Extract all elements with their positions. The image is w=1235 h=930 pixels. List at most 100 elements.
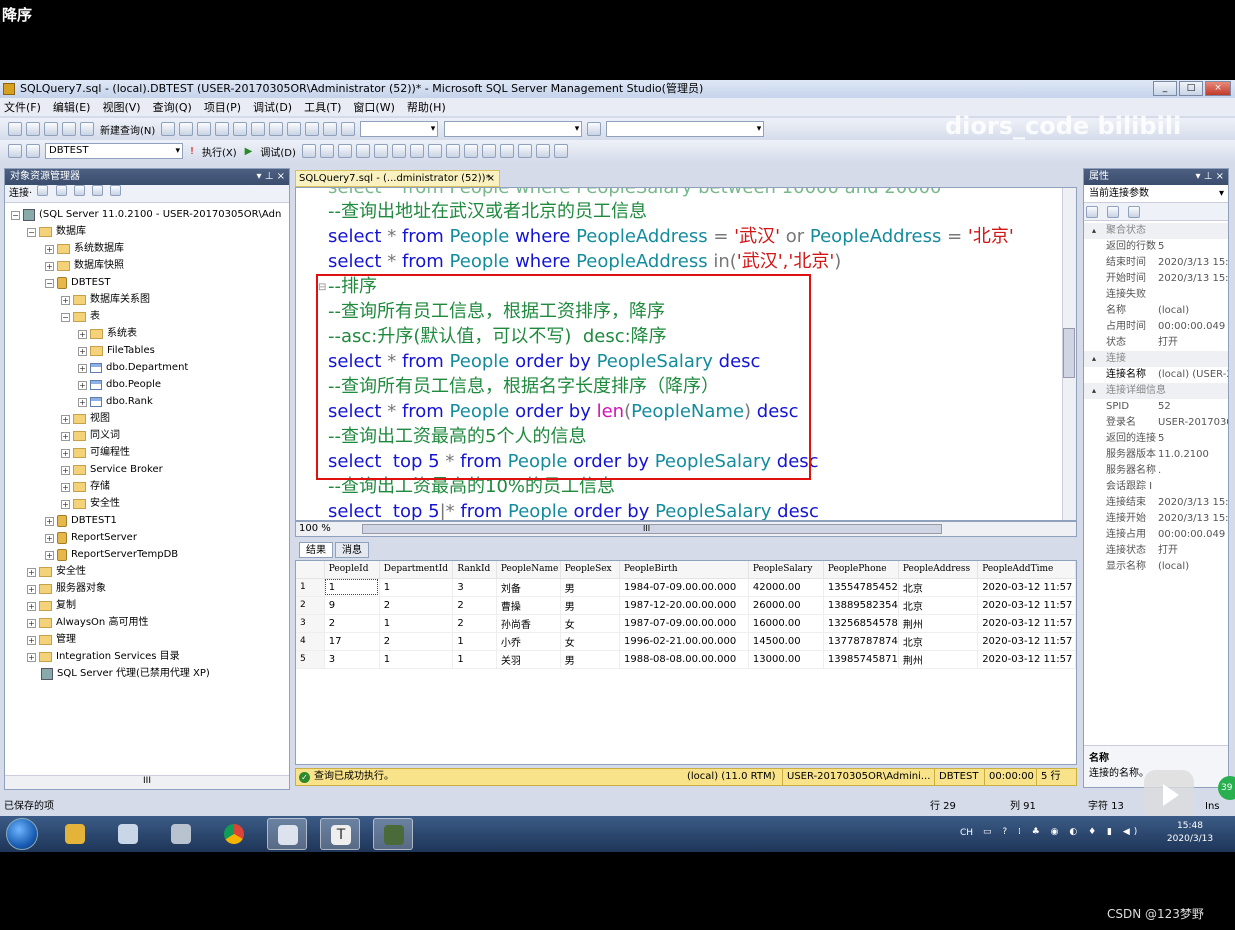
column-header[interactable]: PeopleId xyxy=(324,561,380,579)
tree-node-security[interactable]: + 安全性 xyxy=(27,564,86,580)
cell[interactable]: 刘备 xyxy=(496,578,561,597)
tree-node-system-dbs[interactable]: + 系统数据库 xyxy=(45,241,124,257)
menu-edit[interactable]: 编辑(E) xyxy=(53,99,91,115)
property-category[interactable]: ▴ 连接 xyxy=(1084,351,1228,367)
cell[interactable]: 2020-03-12 11:57 xyxy=(977,614,1076,633)
tree-node-alwayson[interactable]: + AlwaysOn 高可用性 xyxy=(27,615,148,631)
decrease-indent-icon[interactable] xyxy=(517,144,532,158)
property-row[interactable]: 登录名 USER-2017030 xyxy=(1084,415,1228,431)
include-plan-icon[interactable] xyxy=(391,144,406,158)
cell[interactable]: 13985745871 xyxy=(823,650,899,669)
property-row[interactable]: 开始时间 2020/3/13 15:4 xyxy=(1084,271,1228,287)
menu-query[interactable]: 查询(Q) xyxy=(153,99,192,115)
cell[interactable]: 1 xyxy=(324,578,380,597)
cell[interactable]: 13778787874 xyxy=(823,632,899,651)
copy-icon[interactable] xyxy=(251,122,266,136)
property-pages-icon[interactable] xyxy=(1128,206,1141,218)
cell[interactable]: 荆州 xyxy=(898,614,979,633)
menu-project[interactable]: 项目(P) xyxy=(204,99,241,115)
start-button[interactable] xyxy=(6,818,38,850)
execute-icon[interactable]: ! xyxy=(190,146,194,157)
tree-node-programmability[interactable]: + 可编程性 xyxy=(61,445,130,461)
parse-icon[interactable] xyxy=(319,144,334,158)
cell[interactable]: 关羽 xyxy=(496,650,561,669)
tree-node-reportserver[interactable]: + ReportServer xyxy=(45,530,137,546)
tree-node-sql-agent[interactable]: SQL Server 代理(已禁用代理 XP) xyxy=(41,666,210,682)
tray-icons[interactable]: ▭ ? ⁞ ♣ ◉ ◐ ♦ ▮ ◀) xyxy=(983,827,1141,837)
redo-icon[interactable] xyxy=(305,122,320,136)
maximize-button[interactable]: □ xyxy=(1179,81,1203,96)
column-header[interactable]: PeopleAddTime xyxy=(977,561,1076,579)
property-row[interactable]: 显示名称 (local) xyxy=(1084,559,1228,575)
panel-pin-icon[interactable]: ▾ ⊥ × xyxy=(1196,169,1224,185)
tree-node-system-tables[interactable]: + 系统表 xyxy=(78,326,137,342)
comment-icon[interactable] xyxy=(481,144,496,158)
navigate-icon[interactable] xyxy=(323,122,338,136)
column-header[interactable]: PeoplePhone xyxy=(823,561,899,579)
debug-icon[interactable]: ▶ xyxy=(245,146,253,157)
disconnect-icon[interactable] xyxy=(55,185,67,196)
alphabetical-icon[interactable] xyxy=(1107,206,1120,218)
cell[interactable]: 2 xyxy=(379,596,454,615)
property-row[interactable]: 连接开始 2020/3/13 15:4 xyxy=(1084,511,1228,527)
analysis-query-icon[interactable] xyxy=(179,122,194,136)
paste-icon[interactable] xyxy=(269,122,284,136)
results-text-icon[interactable] xyxy=(427,144,442,158)
taskbar-app-chrome[interactable] xyxy=(214,818,254,850)
connect-icon[interactable] xyxy=(8,144,22,158)
display-plan-icon[interactable] xyxy=(337,144,352,158)
cell[interactable]: 2 xyxy=(379,632,454,651)
tab-results[interactable]: 结果 xyxy=(299,542,333,558)
filter-icon[interactable] xyxy=(91,185,103,196)
cell[interactable]: 男 xyxy=(560,596,621,615)
cell[interactable]: 2 xyxy=(324,614,380,633)
tree-node-tables[interactable]: − 表 xyxy=(61,309,100,325)
tree-node-filetables[interactable]: + FileTables xyxy=(78,343,155,359)
menu-debug[interactable]: 调试(D) xyxy=(253,99,292,115)
tree-node-dbtest[interactable]: − DBTEST xyxy=(45,275,110,291)
new-query-button[interactable]: 新建查询(N) xyxy=(100,122,155,137)
column-header[interactable]: PeopleSalary xyxy=(748,561,824,579)
execute-button[interactable]: 执行(X) xyxy=(202,144,237,159)
table-row[interactable]: 5 3 1 1 关羽 男 1988-08-08.00.00.000 13000.… xyxy=(296,650,1076,669)
cell[interactable]: 26000.00 xyxy=(748,596,824,615)
cell[interactable]: 1987-12-20.00.00.000 xyxy=(619,596,749,615)
platform-combo[interactable] xyxy=(444,121,583,137)
cell[interactable]: 3 xyxy=(324,650,380,669)
tree-node-management[interactable]: + 管理 xyxy=(27,632,76,648)
db-engine-query-icon[interactable] xyxy=(161,122,176,136)
undo-icon[interactable] xyxy=(287,122,302,136)
tree-node-server[interactable]: − (SQL Server 11.0.2100 - USER-20170305OR… xyxy=(11,207,281,223)
cell[interactable]: 13554785452 xyxy=(823,578,899,597)
cell[interactable]: 13256854578 xyxy=(823,614,899,633)
tree-node-storage[interactable]: + 存储 xyxy=(61,479,110,495)
property-row[interactable]: 连接占用 00:00:00.049 xyxy=(1084,527,1228,543)
taskbar-app-ssms[interactable] xyxy=(267,818,307,850)
categorized-icon[interactable] xyxy=(1086,206,1098,218)
cell[interactable]: 17 xyxy=(324,632,380,651)
property-row[interactable]: 名称 (local) xyxy=(1084,303,1228,319)
object-explorer-hscrollbar[interactable]: III xyxy=(5,775,289,789)
cell[interactable]: 2020-03-12 11:57 xyxy=(977,596,1076,615)
taskbar-app-snipping[interactable] xyxy=(108,818,148,850)
menu-help[interactable]: 帮助(H) xyxy=(407,99,446,115)
properties-object-select[interactable]: 当前连接参数 xyxy=(1084,185,1228,203)
editor-hscroll-thumb[interactable]: III xyxy=(362,524,942,534)
property-category[interactable]: ▴ 连接详细信息 xyxy=(1084,383,1228,399)
cell[interactable]: 1 xyxy=(452,632,497,651)
results-grid-icon[interactable] xyxy=(445,144,460,158)
tree-node-views[interactable]: + 视图 xyxy=(61,411,110,427)
cell[interactable]: 女 xyxy=(560,614,621,633)
tree-node-databases[interactable]: − 数据库 xyxy=(27,224,86,240)
table-row[interactable]: 3 2 1 2 孙尚香 女 1987-07-09.00.00.000 16000… xyxy=(296,614,1076,633)
video-play-icon[interactable] xyxy=(1144,770,1194,820)
column-header[interactable]: PeopleName xyxy=(496,561,561,579)
column-header[interactable]: PeopleBirth xyxy=(619,561,749,579)
cell[interactable]: 北京 xyxy=(898,632,979,651)
cell[interactable]: 曹操 xyxy=(496,596,561,615)
tree-node-diagrams[interactable]: + 数据库关系图 xyxy=(61,292,150,308)
property-row[interactable]: 服务器版本 11.0.2100 xyxy=(1084,447,1228,463)
tab-sqlquery7[interactable]: SQLQuery7.sql - (...dministrator (52))* … xyxy=(295,170,500,187)
cancel-query-icon[interactable] xyxy=(301,144,316,158)
results-file-icon[interactable] xyxy=(463,144,478,158)
